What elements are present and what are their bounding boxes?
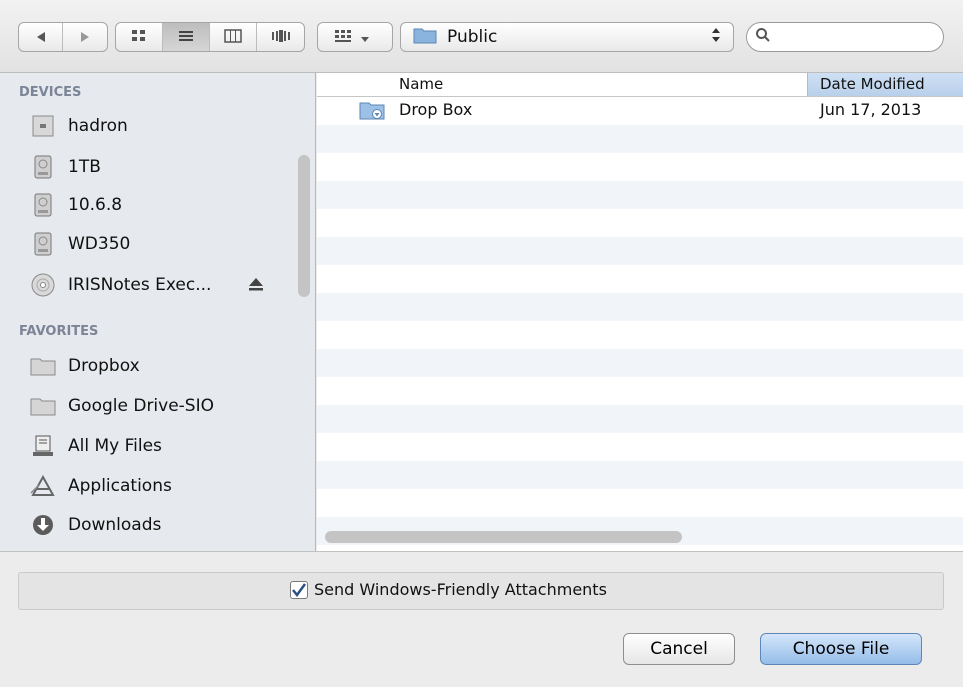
sidebar-item-label: All My Files <box>68 436 162 456</box>
checkmark-icon <box>292 582 307 597</box>
hard-disk-icon <box>30 192 56 218</box>
disc-icon <box>30 272 56 298</box>
file-name: Drop Box <box>399 100 473 119</box>
arrange-icon <box>334 28 352 47</box>
folder-icon <box>413 26 437 48</box>
chevron-down-icon <box>360 28 370 47</box>
sidebar-item-10-6-8[interactable]: 10.6.8 <box>30 190 122 220</box>
eject-icon[interactable] <box>248 276 264 297</box>
checkbox-label: Send Windows-Friendly Attachments <box>314 580 607 599</box>
back-icon <box>35 28 47 47</box>
downloads-icon <box>30 512 56 538</box>
empty-row <box>317 181 963 209</box>
search-input[interactable] <box>775 29 925 45</box>
location-label: Public <box>447 27 498 47</box>
sidebar-item-google-drive[interactable]: Google Drive-SIO <box>30 391 214 421</box>
empty-row <box>317 153 963 181</box>
empty-row <box>317 461 963 489</box>
sidebar-item-hadron[interactable]: hadron <box>30 111 128 141</box>
toolbar: Public <box>0 0 963 73</box>
computer-icon <box>30 113 56 139</box>
icon-view-icon <box>131 28 147 47</box>
sidebar-item-downloads[interactable]: Downloads <box>30 510 161 540</box>
column-view-button[interactable] <box>210 23 257 51</box>
back-forward-control <box>18 22 108 52</box>
all-files-icon <box>30 433 56 459</box>
sidebar-item-applications[interactable]: Applications <box>30 471 172 501</box>
sidebar: DEVICES hadron 1TB 10.6.8 WD350 IRISNote… <box>0 73 316 551</box>
windows-friendly-checkbox[interactable]: Send Windows-Friendly Attachments <box>290 580 607 599</box>
hard-disk-icon <box>30 154 56 180</box>
search-icon <box>755 27 771 47</box>
sidebar-item-label: Applications <box>68 476 172 496</box>
dropbox-folder-icon <box>359 99 385 125</box>
empty-row <box>317 433 963 461</box>
list-view-icon <box>178 28 194 47</box>
view-switcher <box>115 22 305 52</box>
forward-icon <box>79 28 91 47</box>
sidebar-item-all-my-files[interactable]: All My Files <box>30 431 162 461</box>
applications-icon <box>30 473 56 499</box>
column-view-icon <box>224 28 242 47</box>
folder-icon <box>30 353 56 379</box>
empty-row <box>317 125 963 153</box>
sidebar-item-label: Downloads <box>68 515 162 535</box>
empty-row <box>317 293 963 321</box>
dialog-footer: Send Windows-Friendly Attachments Cancel… <box>0 551 963 687</box>
empty-row <box>317 405 963 433</box>
file-list: Name Date Modified Drop Box Jun 17, 2013 <box>317 73 963 551</box>
search-field[interactable] <box>746 22 944 52</box>
empty-row <box>317 237 963 265</box>
sidebar-item-label: IRISNotes Exec... <box>68 275 212 295</box>
list-view-button[interactable] <box>163 23 210 51</box>
favorites-header: FAVORITES <box>19 324 99 339</box>
sidebar-item-label: Google Drive-SIO <box>68 396 214 416</box>
choose-file-button[interactable]: Choose File <box>760 633 922 665</box>
location-popup[interactable]: Public <box>400 22 734 52</box>
sidebar-item-wd350[interactable]: WD350 <box>30 229 130 259</box>
arrange-button[interactable] <box>317 22 393 52</box>
checkbox[interactable] <box>290 580 308 599</box>
empty-row <box>317 489 963 517</box>
file-list-header: Name Date Modified <box>317 73 963 97</box>
folder-icon <box>30 393 56 419</box>
devices-header: DEVICES <box>19 85 82 100</box>
icon-view-button[interactable] <box>116 23 163 51</box>
column-header-name[interactable]: Name <box>399 75 443 93</box>
back-button[interactable] <box>19 23 64 51</box>
empty-row <box>317 321 963 349</box>
empty-row <box>317 377 963 405</box>
updown-arrows-icon <box>711 27 721 47</box>
coverflow-view-icon <box>271 28 291 47</box>
empty-row <box>317 265 963 293</box>
hard-disk-icon <box>30 231 56 257</box>
horizontal-scrollbar[interactable] <box>325 531 682 543</box>
sidebar-item-label: 1TB <box>68 157 101 177</box>
column-header-date-modified[interactable]: Date Modified <box>807 73 963 96</box>
forward-button[interactable] <box>63 23 107 51</box>
sidebar-scrollbar[interactable] <box>298 155 310 297</box>
sidebar-item-label: 10.6.8 <box>68 195 123 215</box>
empty-row <box>317 209 963 237</box>
sidebar-item-label: WD350 <box>68 234 131 254</box>
sidebar-item-label: hadron <box>68 116 128 136</box>
empty-row <box>317 349 963 377</box>
sidebar-item-label: Dropbox <box>68 356 140 376</box>
file-rows: Drop Box Jun 17, 2013 <box>317 97 963 545</box>
cancel-button[interactable]: Cancel <box>623 633 735 665</box>
file-date: Jun 17, 2013 <box>820 100 922 119</box>
sidebar-item-1tb[interactable]: 1TB <box>30 152 101 182</box>
sidebar-item-irisnotes[interactable]: IRISNotes Exec... <box>30 270 290 300</box>
table-row[interactable]: Drop Box Jun 17, 2013 <box>317 97 963 125</box>
coverflow-view-button[interactable] <box>257 23 304 51</box>
sidebar-item-dropbox[interactable]: Dropbox <box>30 351 140 381</box>
